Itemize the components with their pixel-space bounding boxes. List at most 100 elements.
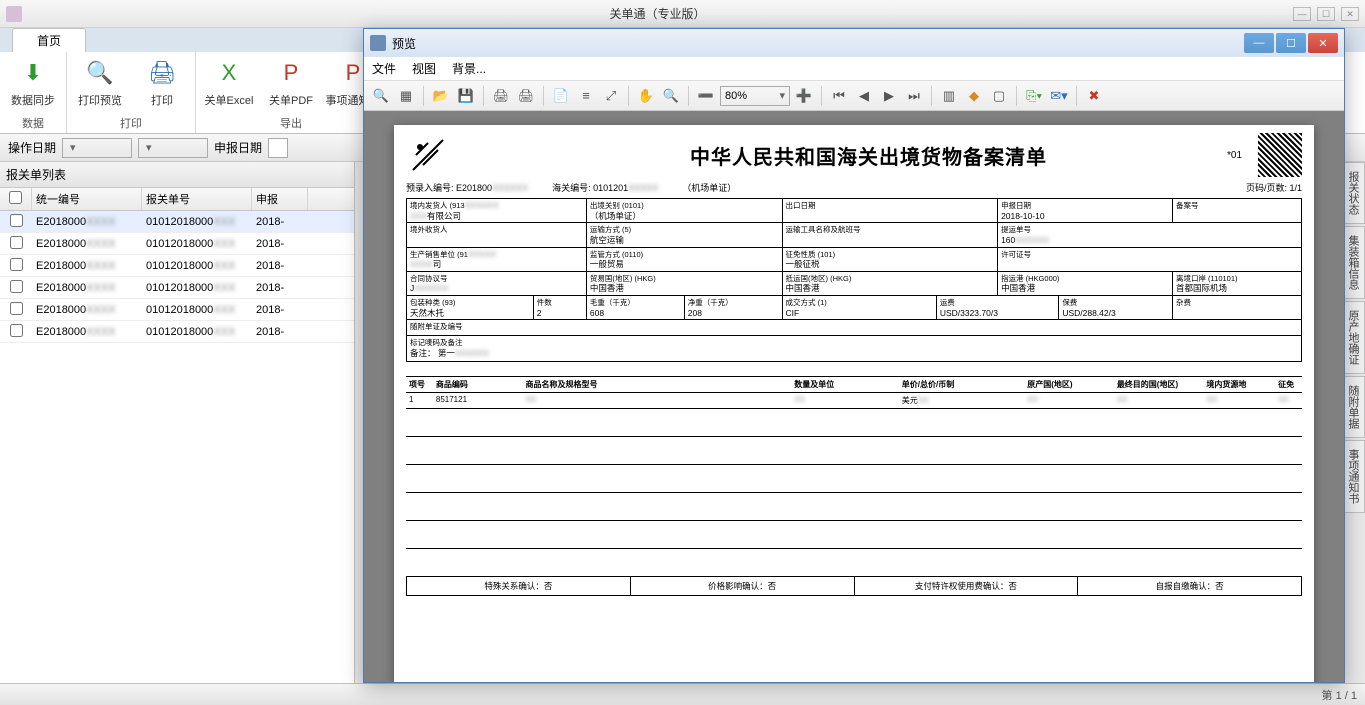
next-page-icon[interactable]: ▶ bbox=[878, 85, 900, 107]
preview-titlebar: 预览 — ☐ ✕ bbox=[364, 29, 1344, 57]
col-customs-no[interactable]: 报关单号 bbox=[142, 188, 252, 210]
op-date-label: 操作日期 bbox=[8, 139, 56, 156]
ribbon-group-label: 打印 bbox=[120, 113, 142, 133]
menu-item[interactable]: 背景... bbox=[452, 60, 486, 77]
quick-print-icon[interactable]: 🖨 bbox=[515, 85, 537, 107]
header-footer-icon[interactable]: ≡ bbox=[575, 85, 597, 107]
row-checkbox[interactable] bbox=[10, 302, 23, 315]
app-titlebar: 关单通（专业版） — ☐ ✕ bbox=[0, 0, 1365, 28]
item-col-header: 数量及单位 bbox=[791, 377, 899, 392]
grid-header: 统一编号 报关单号 申报 bbox=[0, 188, 354, 211]
tab-home[interactable]: 首页 bbox=[12, 28, 86, 52]
print-icon[interactable]: 🖨 bbox=[490, 85, 512, 107]
item-col-header: 商品编码 bbox=[433, 377, 523, 392]
item-col-header: 原产国(地区) bbox=[1024, 377, 1114, 392]
col-unified-no[interactable]: 统一编号 bbox=[32, 188, 142, 210]
doc-meta-row: 预录入编号: E201800XXXXXX 海关编号: 0101201XXXXX … bbox=[406, 181, 1302, 194]
table-row[interactable]: E2018000XXXX 01012018000XXX 2018- bbox=[0, 233, 354, 255]
last-page-icon[interactable]: ⏭ bbox=[903, 85, 925, 107]
document-title: 中华人民共和国海关出境货物备案清单 bbox=[460, 141, 1277, 170]
watermark-icon[interactable]: ▢ bbox=[988, 85, 1010, 107]
col-declare[interactable]: 申报 bbox=[252, 188, 308, 210]
table-row[interactable]: E2018000XXXX 01012018000XXX 2018- bbox=[0, 277, 354, 299]
email-icon[interactable]: ✉▾ bbox=[1048, 85, 1070, 107]
open-icon[interactable]: 📂 bbox=[430, 85, 452, 107]
table-row[interactable]: E2018000XXXX 01012018000XXX 2018- bbox=[0, 255, 354, 277]
op-date-to[interactable] bbox=[138, 138, 208, 158]
table-row[interactable]: E2018000XXXX 01012018000XXX 2018- bbox=[0, 299, 354, 321]
prev-page-icon[interactable]: ◀ bbox=[853, 85, 875, 107]
select-all-checkbox[interactable] bbox=[9, 191, 22, 204]
confirm-price: 价格影响确认：否 bbox=[631, 577, 855, 595]
ribbon-group-label: 数据 bbox=[22, 113, 44, 133]
magnifier-icon[interactable]: 🔍 bbox=[660, 85, 682, 107]
confirm-special: 特殊关系确认：否 bbox=[407, 577, 631, 595]
row-checkbox[interactable] bbox=[10, 258, 23, 271]
app-icon bbox=[6, 6, 22, 22]
row-checkbox[interactable] bbox=[10, 236, 23, 249]
zoom-combo[interactable]: 80% bbox=[720, 86, 790, 106]
col-checkbox[interactable] bbox=[0, 188, 32, 210]
declaration-form-table: 境内发货人 (913XXXXXXXXX有限公司 出境关别 (0101)（机场单证… bbox=[406, 198, 1302, 362]
app-close-button[interactable]: ✕ bbox=[1341, 7, 1359, 21]
declare-date-label: 申报日期 bbox=[214, 139, 262, 156]
table-row[interactable]: E2018000XXXX 01012018000XXX 2018- bbox=[0, 321, 354, 343]
status-page: 第 1 / 1 bbox=[1322, 687, 1357, 703]
multipage-icon[interactable]: ▥ bbox=[938, 85, 960, 107]
search-icon[interactable]: 🔍 bbox=[370, 85, 392, 107]
items-header: 项号商品编码商品名称及规格型号数量及单位单价/总价/币制原产国(地区)最终目的国… bbox=[406, 376, 1302, 393]
color-icon[interactable]: ◆ bbox=[963, 85, 985, 107]
document-page: 中华人民共和国海关出境货物备案清单 *01 预录入编号: E201800XXXX… bbox=[394, 125, 1314, 682]
item-col-header: 商品名称及规格型号 bbox=[522, 377, 791, 392]
item-col-header: 境内货源地 bbox=[1203, 377, 1275, 392]
item-col-header: 单价/总价/币制 bbox=[899, 377, 1024, 392]
hand-tool-icon[interactable]: ✋ bbox=[635, 85, 657, 107]
preview-close-button[interactable]: ✕ bbox=[1308, 33, 1338, 53]
doc-subnumber: *01 bbox=[1227, 150, 1242, 161]
scale-icon[interactable]: ⤢ bbox=[600, 85, 622, 107]
save-icon[interactable]: 💾 bbox=[455, 85, 477, 107]
preview-icon bbox=[370, 35, 386, 51]
preview-toolbar: 🔍 ▦ 📂 💾 🖨 🖨 📄 ≡ ⤢ ✋ 🔍 ➖ 80% ➕ ⏮ ◀ ▶ ⏭ ▥ … bbox=[364, 81, 1344, 111]
row-checkbox[interactable] bbox=[10, 280, 23, 293]
preview-minimize-button[interactable]: — bbox=[1244, 33, 1274, 53]
preview-canvas[interactable]: 中华人民共和国海关出境货物备案清单 *01 预录入编号: E201800XXXX… bbox=[364, 111, 1344, 682]
item-row: 18517121XXXX美元XXXXXXXXXX bbox=[406, 393, 1302, 409]
menu-item[interactable]: 文件 bbox=[372, 60, 396, 77]
ribbon-group-label: 导出 bbox=[280, 113, 302, 133]
app-minimize-button[interactable]: — bbox=[1293, 7, 1311, 21]
preview-window: 预览 — ☐ ✕ 文件视图背景... 🔍 ▦ 📂 💾 🖨 🖨 📄 ≡ ⤢ ✋ 🔍… bbox=[363, 28, 1345, 683]
zoom-out-icon[interactable]: ➖ bbox=[695, 85, 717, 107]
data-sync[interactable]: ⬇数据同步 bbox=[6, 56, 60, 113]
close-preview-icon[interactable]: ✖ bbox=[1083, 85, 1105, 107]
preview-maximize-button[interactable]: ☐ bbox=[1276, 33, 1306, 53]
first-page-icon[interactable]: ⏮ bbox=[828, 85, 850, 107]
row-checkbox[interactable] bbox=[10, 214, 23, 227]
export-icon[interactable]: ⎘▾ bbox=[1023, 85, 1045, 107]
item-col-header: 项号 bbox=[406, 377, 433, 392]
export-excel[interactable]: X关单Excel bbox=[202, 56, 256, 113]
app-maximize-button[interactable]: ☐ bbox=[1317, 7, 1335, 21]
print[interactable]: 🖨打印 bbox=[135, 56, 189, 113]
preview-menu: 文件视图背景... bbox=[364, 57, 1344, 81]
item-col-header: 征免 bbox=[1275, 377, 1302, 392]
app-title: 关单通（专业版） bbox=[22, 5, 1293, 22]
status-bar: 第 1 / 1 bbox=[0, 683, 1365, 705]
declare-date-input[interactable] bbox=[268, 138, 288, 158]
print-preview[interactable]: 🔍打印预览 bbox=[73, 56, 127, 113]
customs-logo-icon bbox=[406, 135, 450, 175]
zoom-in-icon[interactable]: ➕ bbox=[793, 85, 815, 107]
row-checkbox[interactable] bbox=[10, 324, 23, 337]
confirm-row: 特殊关系确认：否 价格影响确认：否 支付特许权使用费确认：否 自报自缴确认：否 bbox=[406, 577, 1302, 596]
list-title: 报关单列表 bbox=[0, 162, 354, 188]
op-date-from[interactable] bbox=[62, 138, 132, 158]
item-col-header: 最终目的国(地区) bbox=[1114, 377, 1204, 392]
grid-body: E2018000XXXX 01012018000XXX 2018- E20180… bbox=[0, 211, 354, 683]
export-pdf[interactable]: P关单PDF bbox=[264, 56, 318, 113]
table-row[interactable]: E2018000XXXX 01012018000XXX 2018- bbox=[0, 211, 354, 233]
confirm-royalty: 支付特许权使用费确认：否 bbox=[855, 577, 1079, 595]
thumbnails-icon[interactable]: ▦ bbox=[395, 85, 417, 107]
page-setup-icon[interactable]: 📄 bbox=[550, 85, 572, 107]
preview-title: 预览 bbox=[392, 35, 1242, 52]
menu-item[interactable]: 视图 bbox=[412, 60, 436, 77]
